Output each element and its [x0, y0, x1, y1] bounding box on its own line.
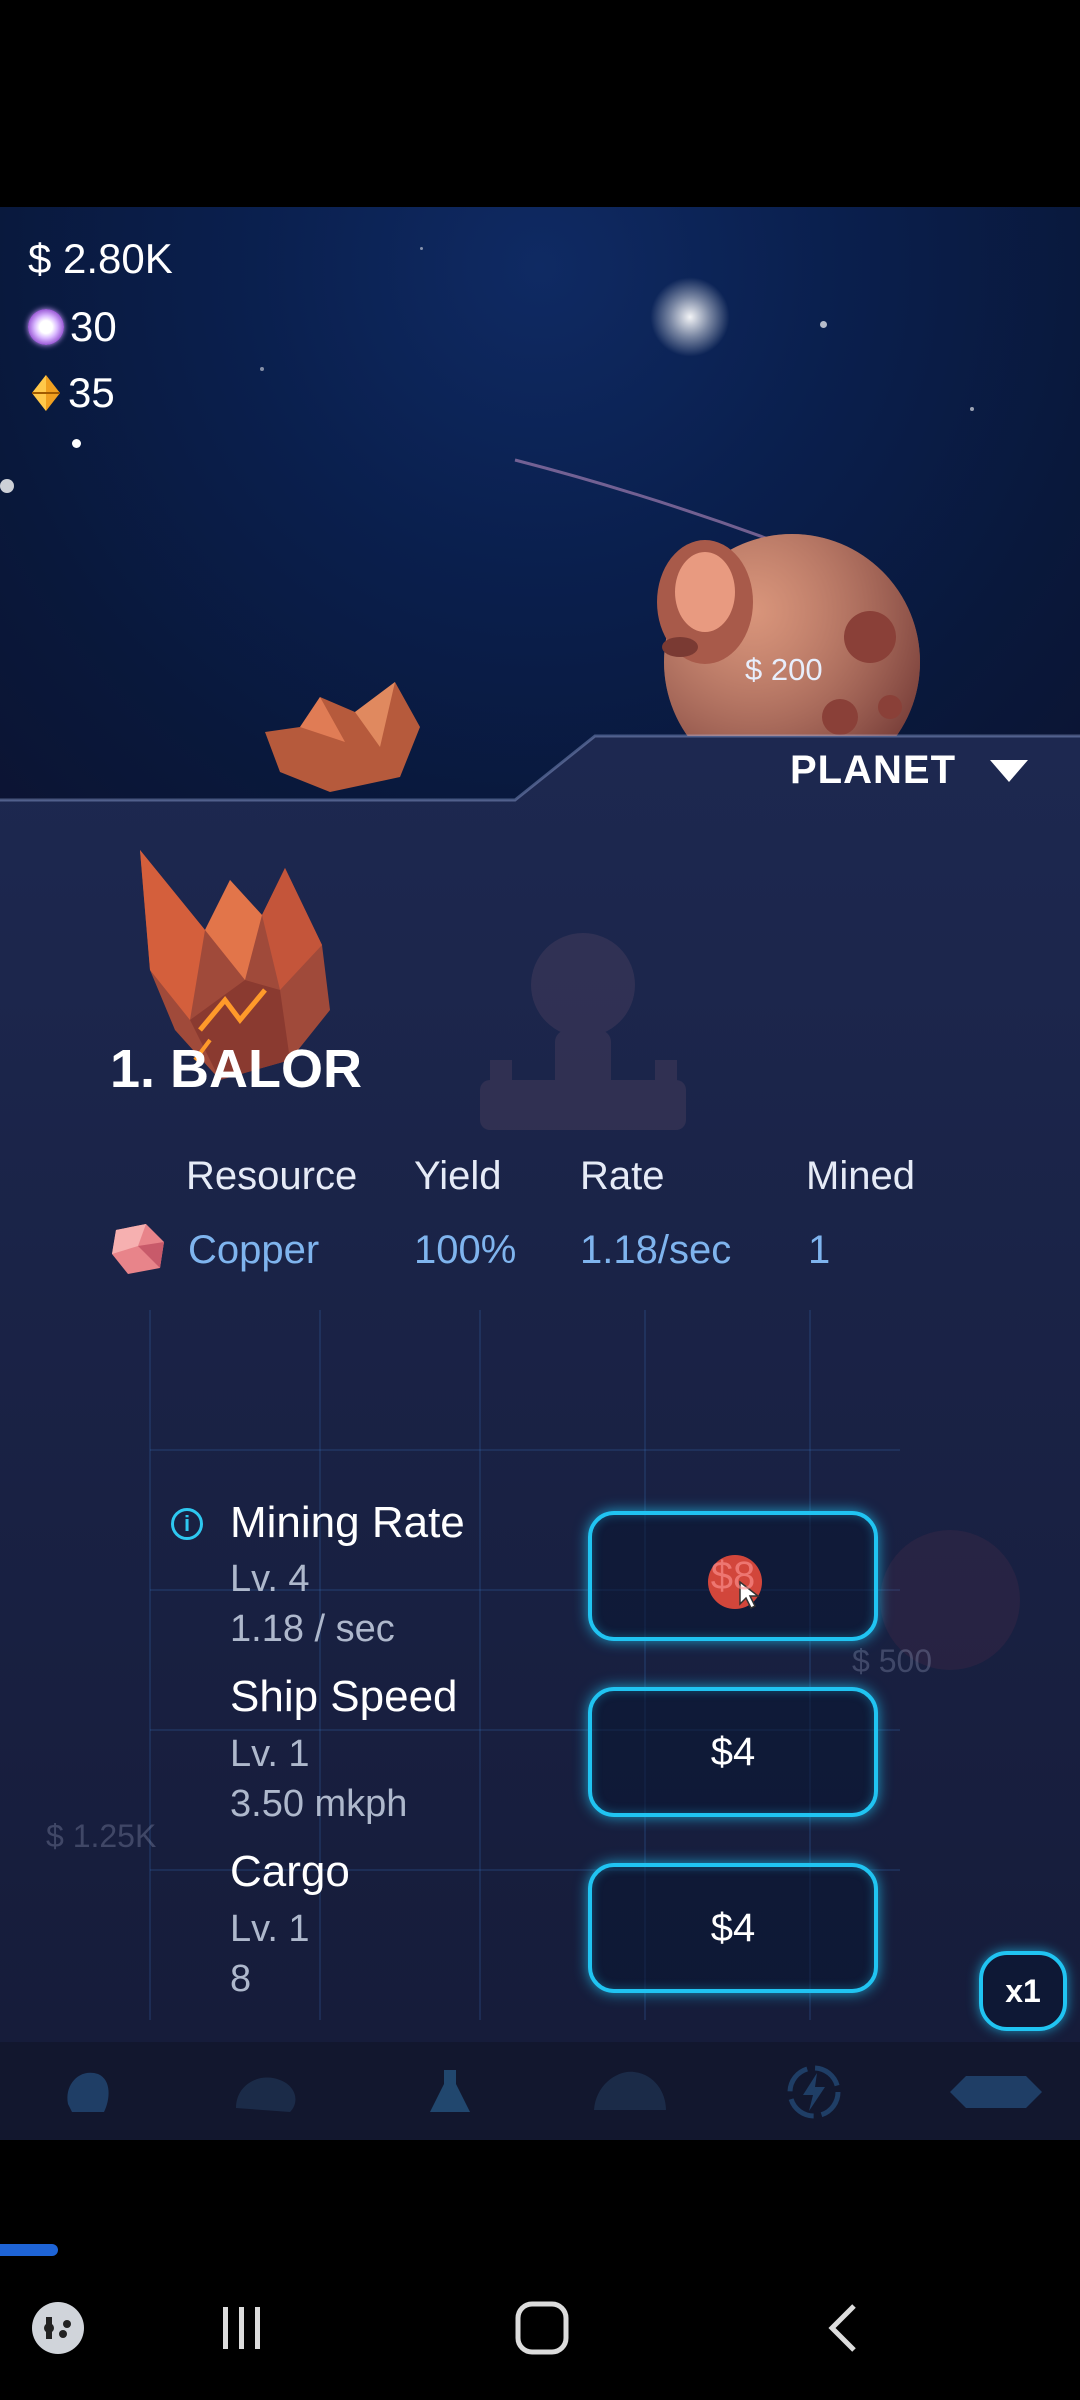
upgrade-stat: 1.18 / sec [230, 1608, 395, 1650]
orb-value: 30 [70, 303, 117, 350]
yield-header: Yield [414, 1154, 502, 1198]
space-scene [265, 458, 920, 792]
upgrade-mining-rate-button[interactable]: $8 [588, 1511, 878, 1641]
rate-cell: 1.18/sec [580, 1228, 732, 1272]
upgrade-level: Lv. 1 [230, 1908, 310, 1950]
upgrade-ship-speed-button[interactable]: $4 [588, 1687, 878, 1817]
copper-icon [112, 1224, 164, 1274]
space-background [0, 207, 1080, 807]
background-price: $ 1.25K [46, 1818, 157, 1854]
cash-counter: $ 2.80K [28, 234, 173, 284]
loading-progress [0, 2244, 58, 2256]
next-planet-price[interactable]: $ 200 [745, 652, 823, 688]
planet-dropdown-label: PLANET [790, 748, 956, 792]
upgrade-name: Ship Speed [230, 1672, 458, 1721]
upgrade-name: Mining Rate [230, 1498, 465, 1547]
upgrade-stat: 3.50 mkph [230, 1783, 408, 1825]
resource-cell: Copper [188, 1228, 320, 1272]
planet-dropdown[interactable]: PLANET [790, 748, 1028, 793]
info-icon[interactable]: i [171, 1508, 203, 1540]
upgrade-level: Lv. 1 [230, 1733, 310, 1775]
flask-icon[interactable] [420, 2060, 480, 2124]
moon-icon[interactable] [228, 2060, 308, 2124]
yield-cell: 100% [414, 1228, 517, 1272]
resource-header: Resource [186, 1154, 358, 1198]
crystal-icon [32, 375, 60, 411]
upgrade-level: Lv. 4 [230, 1558, 310, 1600]
game-nav-bar [0, 2042, 1080, 2140]
status-bar-area [0, 0, 1080, 207]
upgrade-cost: $8 [710, 1553, 756, 1598]
planet-title: 1. BALOR [110, 1039, 363, 1099]
orb-counter: 30 [28, 302, 117, 352]
multiplier-button[interactable]: x1 [979, 1951, 1067, 2031]
dome-icon[interactable] [588, 2060, 672, 2124]
planet-icon[interactable] [58, 2060, 118, 2124]
planet-panel [0, 734, 1080, 2042]
crystal-value: 35 [68, 369, 115, 416]
upgrade-stat: 8 [230, 1958, 252, 2000]
recent-apps-icon[interactable] [214, 2294, 270, 2362]
upgrade-cost: $4 [710, 1729, 756, 1774]
chevron-down-icon [990, 759, 1028, 782]
home-icon[interactable] [512, 2294, 572, 2362]
mothership-icon[interactable] [946, 2060, 1046, 2124]
background-price: $ 500 [852, 1643, 933, 1679]
back-icon[interactable] [822, 2294, 866, 2362]
rate-header: Rate [580, 1154, 665, 1198]
mined-header: Mined [806, 1154, 915, 1198]
upgrade-cost: $4 [710, 1905, 756, 1950]
mined-cell: 1 [808, 1228, 831, 1272]
cash-value: $ 2.80K [28, 235, 173, 282]
game-launcher-icon[interactable] [28, 2294, 88, 2362]
upgrade-cargo-button[interactable]: $4 [588, 1863, 878, 1993]
crystal-counter: 35 [28, 368, 115, 418]
lightning-icon[interactable] [784, 2060, 844, 2124]
upgrade-name: Cargo [230, 1847, 350, 1896]
orb-icon [28, 309, 64, 345]
multiplier-label: x1 [1005, 1972, 1041, 2009]
